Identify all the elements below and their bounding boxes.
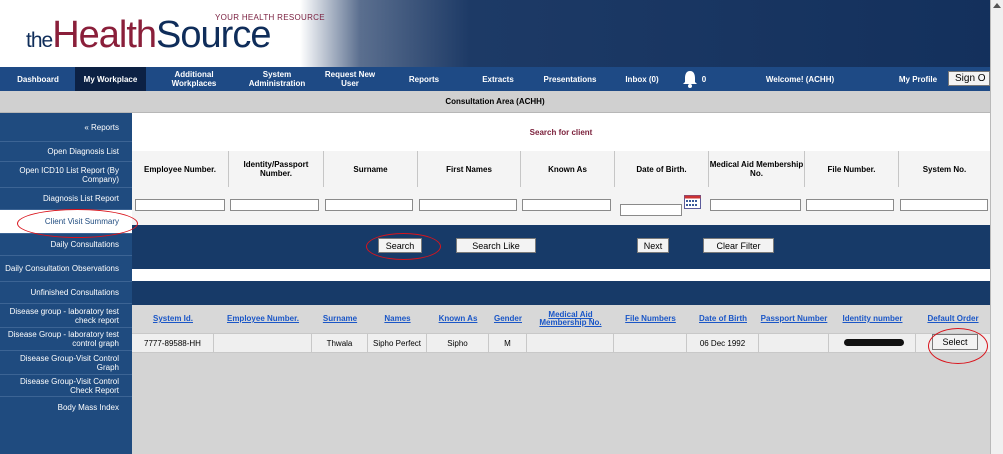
results-col-identity-number[interactable]: Identity number <box>829 305 916 333</box>
results-col-system-id[interactable]: System Id. <box>132 305 214 333</box>
sidebar-item-diagnosis-list-report[interactable]: Diagnosis List Report <box>0 188 132 210</box>
annotation-circle-client-visit-summary <box>17 209 138 238</box>
filter-col-file-number: File Number. <box>804 151 898 187</box>
nav-extracts[interactable]: Extracts <box>470 67 526 91</box>
welcome-text: Welcome! (ACHH) <box>765 74 835 84</box>
bell-icon[interactable] <box>680 69 700 89</box>
sidebar-item-body-mass-index[interactable]: Body Mass Index <box>0 397 132 417</box>
results-band <box>132 281 990 305</box>
file-number-input[interactable] <box>806 199 894 211</box>
scrollbar[interactable] <box>990 0 1003 454</box>
logo-health: Health <box>52 14 157 56</box>
results-col-passport-number[interactable]: Passport Number <box>759 305 829 333</box>
sidebar-item-lab-test-control-graph[interactable]: Disease Group - laboratory test control … <box>0 328 132 351</box>
filter-col-date-of-birth: Date of Birth. <box>614 151 708 187</box>
cell-file-numbers <box>614 334 687 352</box>
filter-inputs-row <box>132 187 990 225</box>
logo-the: the <box>26 29 53 52</box>
sidebar-item-lab-test-check-report[interactable]: Disease group - laboratory test check re… <box>0 304 132 328</box>
filter-col-surname: Surname <box>323 151 417 187</box>
cell-system-id: 7777-89588-HH <box>132 334 214 352</box>
cell-date-of-birth: 06 Dec 1992 <box>687 334 759 352</box>
results-col-file-numbers[interactable]: File Numbers <box>614 305 687 333</box>
sidebar: « Reports Open Diagnosis List Open ICD10… <box>0 113 132 454</box>
cell-employee-number <box>214 334 312 352</box>
nav-my-workplace[interactable]: My Workplace <box>75 67 146 91</box>
clear-filter-button[interactable]: Clear Filter <box>703 238 774 253</box>
filter-col-identity-number: Identity/Passport Number. <box>228 151 323 187</box>
next-button[interactable]: Next <box>637 238 669 253</box>
main-nav: Dashboard My Workplace Additional Workpl… <box>0 67 990 91</box>
filter-col-known-as: Known As <box>520 151 614 187</box>
employee-number-input[interactable] <box>135 199 225 211</box>
app-header: theHealthSource YOUR HEALTH RESOURCE <box>0 0 1003 67</box>
search-title: Search for client <box>529 127 593 137</box>
sidebar-item-open-diagnosis-list[interactable]: Open Diagnosis List <box>0 142 132 162</box>
date-of-birth-input[interactable] <box>620 204 682 216</box>
sidebar-item-daily-consultation-observations[interactable]: Daily Consultation Observations <box>0 256 132 282</box>
nav-my-profile[interactable]: My Profile <box>892 67 944 91</box>
nav-system-administration[interactable]: System Administration <box>240 67 314 91</box>
nav-request-new-user[interactable]: Request New User <box>318 67 382 91</box>
search-title-row: Search for client <box>132 113 990 151</box>
annotation-circle-search <box>366 233 441 260</box>
results-col-known-as[interactable]: Known As <box>427 305 489 333</box>
cell-passport-number <box>759 334 829 352</box>
nav-dashboard[interactable]: Dashboard <box>10 67 66 91</box>
results-col-gender[interactable]: Gender <box>489 305 527 333</box>
first-names-input[interactable] <box>419 199 517 211</box>
search-actions-band: Search <box>132 225 990 269</box>
surname-input[interactable] <box>325 199 413 211</box>
filter-col-employee-number: Employee Number. <box>143 164 217 174</box>
results-col-medical-aid[interactable]: Medical Aid Membership No. <box>527 305 614 333</box>
redacted-identity-number <box>844 339 904 346</box>
nav-reports[interactable]: Reports <box>396 67 452 91</box>
scroll-up-arrow-icon[interactable] <box>993 3 1001 8</box>
sign-out-button[interactable]: Sign O <box>948 71 990 86</box>
search-like-button[interactable]: Search Like <box>456 238 536 253</box>
cell-surname: Thwala <box>312 334 368 352</box>
spacer-band <box>132 269 990 281</box>
annotation-circle-select <box>928 328 988 364</box>
system-no-input[interactable] <box>900 199 988 211</box>
sidebar-item-open-icd10-list[interactable]: Open ICD10 List Report (By Company) <box>0 162 132 188</box>
results-col-employee-number[interactable]: Employee Number. <box>214 305 312 333</box>
known-as-input[interactable] <box>522 199 611 211</box>
results-col-surname[interactable]: Surname <box>312 305 368 333</box>
filter-header: Employee Number. Identity/Passport Numbe… <box>132 151 990 187</box>
logo-tagline: YOUR HEALTH RESOURCE <box>215 13 325 22</box>
identity-number-input[interactable] <box>230 199 319 211</box>
filter-col-first-names: First Names <box>417 151 520 187</box>
sidebar-item-visit-control-graph[interactable]: Disease Group-Visit Control Graph <box>0 351 132 375</box>
filter-col-medical-aid: Medical Aid Membership No. <box>708 151 804 187</box>
medical-aid-input[interactable] <box>710 199 801 211</box>
sidebar-item-unfinished-consultations[interactable]: Unfinished Consultations <box>0 282 132 304</box>
nav-inbox[interactable]: Inbox (0) <box>614 67 670 91</box>
sidebar-item-reports-back[interactable]: « Reports <box>0 113 132 142</box>
cell-gender: M <box>489 334 527 352</box>
consultation-area-title: Consultation Area (ACHH) <box>0 91 990 113</box>
cell-medical-aid <box>527 334 614 352</box>
results-col-date-of-birth[interactable]: Date of Birth <box>687 305 759 333</box>
nav-additional-workplaces[interactable]: Additional Workplaces <box>160 67 228 91</box>
results-header: System Id. Employee Number. Surname Name… <box>132 305 990 333</box>
results-col-names[interactable]: Names <box>368 305 427 333</box>
calendar-icon[interactable] <box>684 195 701 209</box>
nav-presentations[interactable]: Presentations <box>534 67 606 91</box>
sidebar-item-visit-control-check-report[interactable]: Disease Group-Visit Control Check Report <box>0 375 132 397</box>
notification-count: 0 <box>701 74 707 84</box>
main-content: Search for client Employee Number. Ident… <box>132 113 990 454</box>
cell-names: Sipho Perfect <box>368 334 427 352</box>
filter-col-system-no: System No. <box>898 151 990 187</box>
cell-known-as: Sipho <box>427 334 489 352</box>
